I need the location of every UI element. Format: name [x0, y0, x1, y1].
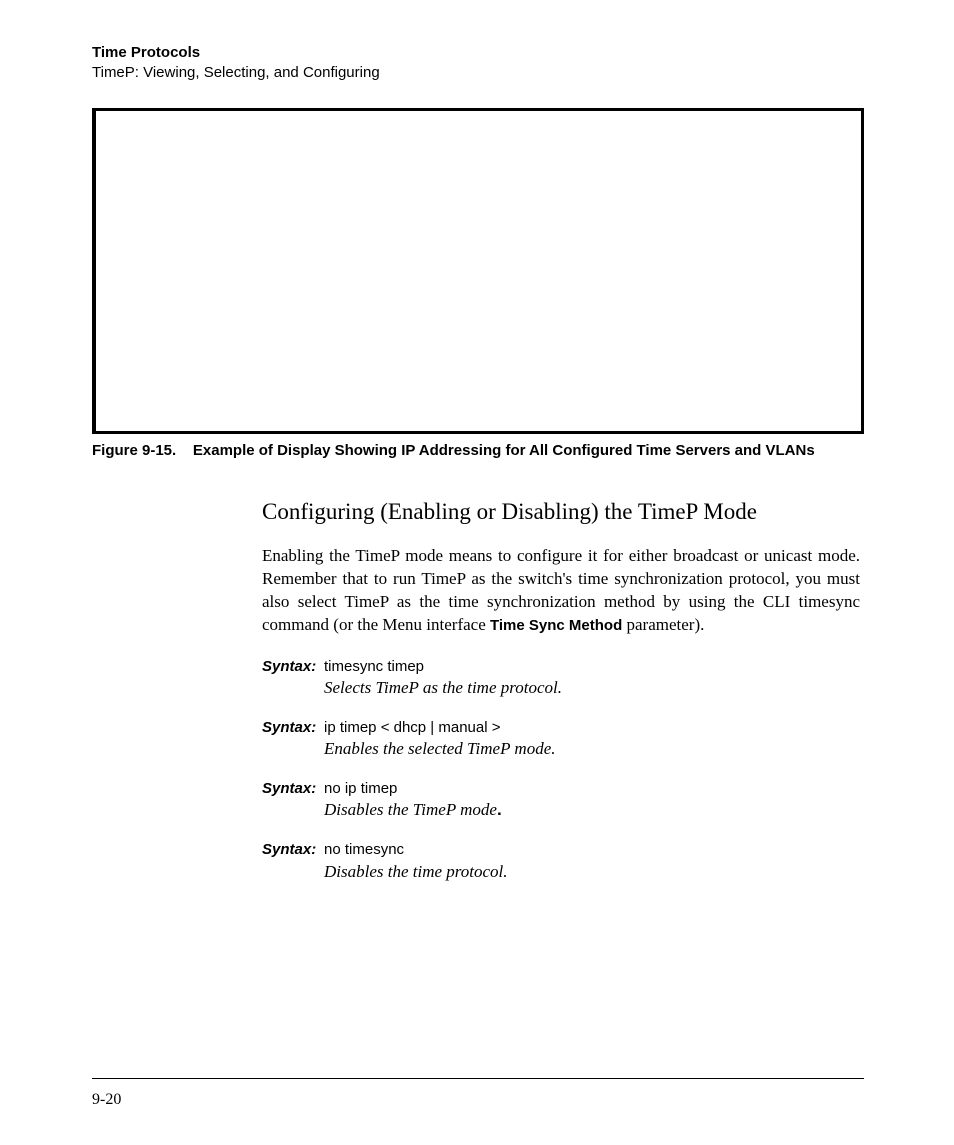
figure-number: Figure 9-15. [92, 442, 176, 459]
syntax-command: no ip timep [324, 779, 397, 799]
syntax-entry: Syntax: timesync timep Selects TimeP as … [262, 657, 860, 700]
chapter-title: Time Protocols [92, 43, 864, 63]
body-column: Configuring (Enabling or Disabling) the … [262, 499, 860, 884]
syntax-command: ip timep < dhcp | manual > [324, 718, 501, 738]
syntax-entry: Syntax: ip timep < dhcp | manual > Enabl… [262, 718, 860, 761]
page-number: 9-20 [92, 1091, 121, 1109]
figure-frame [92, 108, 864, 434]
subsection-heading: Configuring (Enabling or Disabling) the … [262, 499, 860, 525]
figure-caption: Figure 9-15. Example of Display Showing … [92, 442, 864, 459]
syntax-description: Selects TimeP as the time protocol. [324, 677, 860, 700]
figure-caption-text: Example of Display Showing IP Addressing… [193, 442, 815, 459]
syntax-command: timesync timep [324, 657, 424, 677]
syntax-entry: Syntax: no ip timep Disables the TimeP m… [262, 779, 860, 822]
syntax-label: Syntax: [262, 718, 324, 738]
footer-rule [92, 1078, 864, 1079]
syntax-entry: Syntax: no timesync Disables the time pr… [262, 840, 860, 883]
section-title: TimeP: Viewing, Selecting, and Configuri… [92, 63, 864, 83]
syntax-description: Disables the time protocol. [324, 861, 860, 884]
intro-paragraph: Enabling the TimeP mode means to configu… [262, 545, 860, 637]
syntax-description: Disables the TimeP mode. [324, 799, 860, 822]
para-bold: Time Sync Method [490, 617, 622, 634]
syntax-command: no timesync [324, 840, 404, 860]
running-header: Time Protocols TimeP: Viewing, Selecting… [92, 43, 864, 82]
syntax-label: Syntax: [262, 657, 324, 677]
para-part2: parameter). [622, 615, 704, 634]
syntax-label: Syntax: [262, 779, 324, 799]
syntax-description: Enables the selected TimeP mode. [324, 738, 860, 761]
page: Time Protocols TimeP: Viewing, Selecting… [0, 0, 954, 1145]
syntax-label: Syntax: [262, 840, 324, 860]
